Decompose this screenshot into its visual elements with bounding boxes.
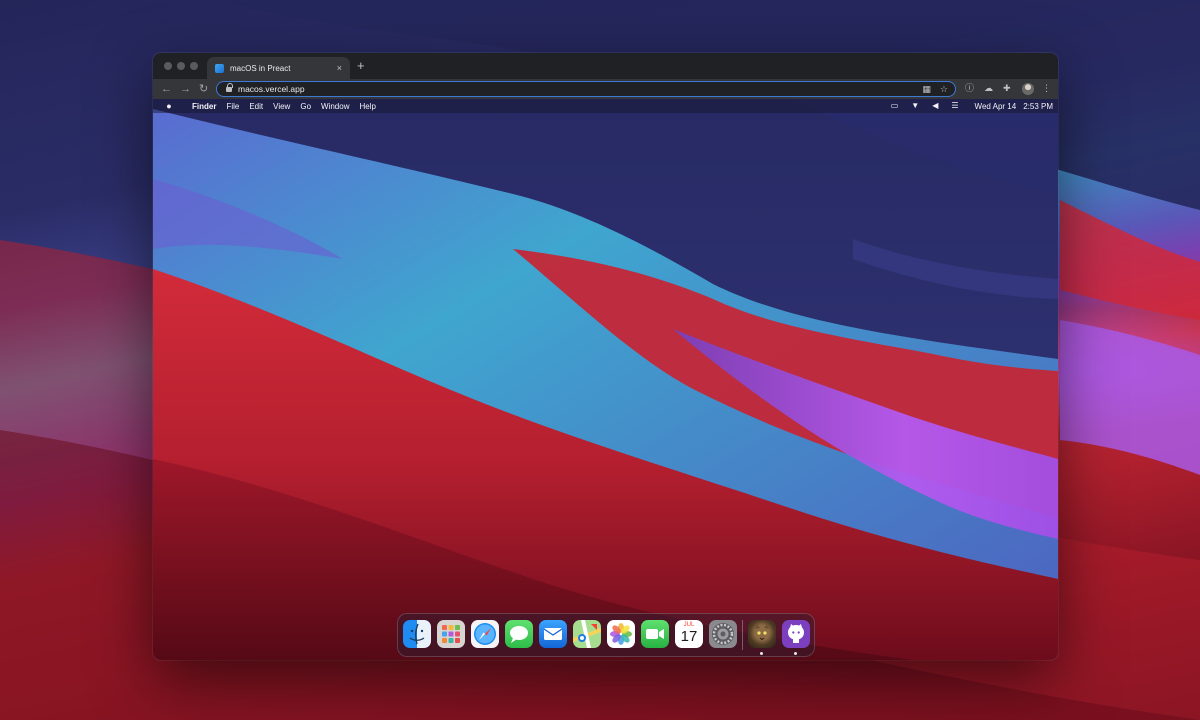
dock-purus-twitter-icon[interactable] [748, 620, 776, 648]
tab-title: macOS in Preact [230, 63, 291, 73]
lock-icon[interactable] [226, 82, 233, 93]
running-indicator [794, 652, 797, 655]
dock-mail-icon[interactable] [539, 620, 567, 648]
dock-facetime-icon[interactable] [641, 620, 669, 648]
menu-go[interactable]: Go [300, 102, 311, 111]
running-indicator [760, 652, 763, 655]
dock-safari-icon[interactable] [471, 620, 499, 648]
menu-edit[interactable]: Edit [249, 102, 263, 111]
dock-finder-icon[interactable] [403, 620, 431, 648]
dock-system-preferences-icon[interactable] [709, 620, 737, 648]
menu-view[interactable]: View [273, 102, 290, 111]
tab-close-icon[interactable]: × [337, 63, 342, 73]
macos-wallpaper [153, 99, 1058, 660]
menu-bar-date[interactable]: Wed Apr 14 [975, 102, 1017, 111]
profile-avatar[interactable] [1022, 83, 1034, 95]
menu-file[interactable]: File [226, 102, 239, 111]
dock-launchpad-icon[interactable] [437, 620, 465, 648]
dock-messages-icon[interactable] [505, 620, 533, 648]
url-text[interactable]: macos.vercel.app [238, 84, 922, 94]
dock-photos-icon[interactable] [607, 620, 635, 648]
wifi-icon[interactable]: ▼ [911, 101, 919, 111]
browser-menu-icon[interactable]: ⋮ [1042, 83, 1051, 94]
info-extension-icon[interactable]: ⓘ [965, 83, 974, 94]
dock-calendar-icon[interactable]: JUL 17 [675, 620, 703, 648]
browser-toolbar: ← → ↻ macos.vercel.app ▦ ☆ ⓘ ☁ ✚ ⋮ [153, 79, 1058, 99]
menu-bar-time[interactable]: 2:53 PM [1023, 102, 1053, 111]
zoom-window-button[interactable] [190, 62, 198, 70]
volume-icon[interactable]: ◀ [932, 101, 938, 111]
menu-bar-status: ▭ ▼ ◀ ☰ Wed Apr 14 2:53 PM [891, 99, 1053, 113]
bookmark-star-icon[interactable]: ☆ [940, 84, 948, 94]
new-tab-button[interactable]: + [357, 59, 365, 72]
page-viewport: ● Finder File Edit View Go Window Help ▭… [153, 99, 1058, 660]
forward-button[interactable]: → [180, 82, 191, 96]
cloud-extension-icon[interactable]: ☁ [984, 83, 993, 94]
dock-github-icon[interactable] [782, 620, 810, 648]
dock: JUL 17 [397, 613, 815, 657]
tab-strip: macOS in Preact × + [153, 53, 1058, 79]
qr-code-icon[interactable]: ▦ [922, 84, 931, 94]
menu-help[interactable]: Help [359, 102, 375, 111]
close-window-button[interactable] [164, 62, 172, 70]
menu-app-name[interactable]: Finder [192, 102, 216, 111]
dock-separator [742, 620, 743, 650]
airplay-icon[interactable]: ▭ [891, 101, 899, 111]
apple-menu-icon[interactable]: ● [164, 101, 174, 111]
control-center-icon[interactable]: ☰ [951, 101, 958, 111]
browser-window: macOS in Preact × + ← → ↻ macos.vercel.a… [153, 53, 1058, 660]
dock-maps-icon[interactable] [573, 620, 601, 648]
minimize-window-button[interactable] [177, 62, 185, 70]
menu-window[interactable]: Window [321, 102, 349, 111]
address-bar[interactable]: macos.vercel.app ▦ ☆ [216, 81, 956, 97]
reload-button[interactable]: ↻ [199, 82, 208, 96]
back-button[interactable]: ← [161, 82, 172, 96]
tab-macos-in-preact[interactable]: macOS in Preact × [207, 57, 350, 79]
favicon-icon [215, 63, 224, 73]
calendar-day: 17 [680, 628, 698, 645]
extensions-puzzle-icon[interactable]: ✚ [1003, 83, 1011, 94]
macos-menu-bar: ● Finder File Edit View Go Window Help ▭… [153, 99, 1058, 113]
